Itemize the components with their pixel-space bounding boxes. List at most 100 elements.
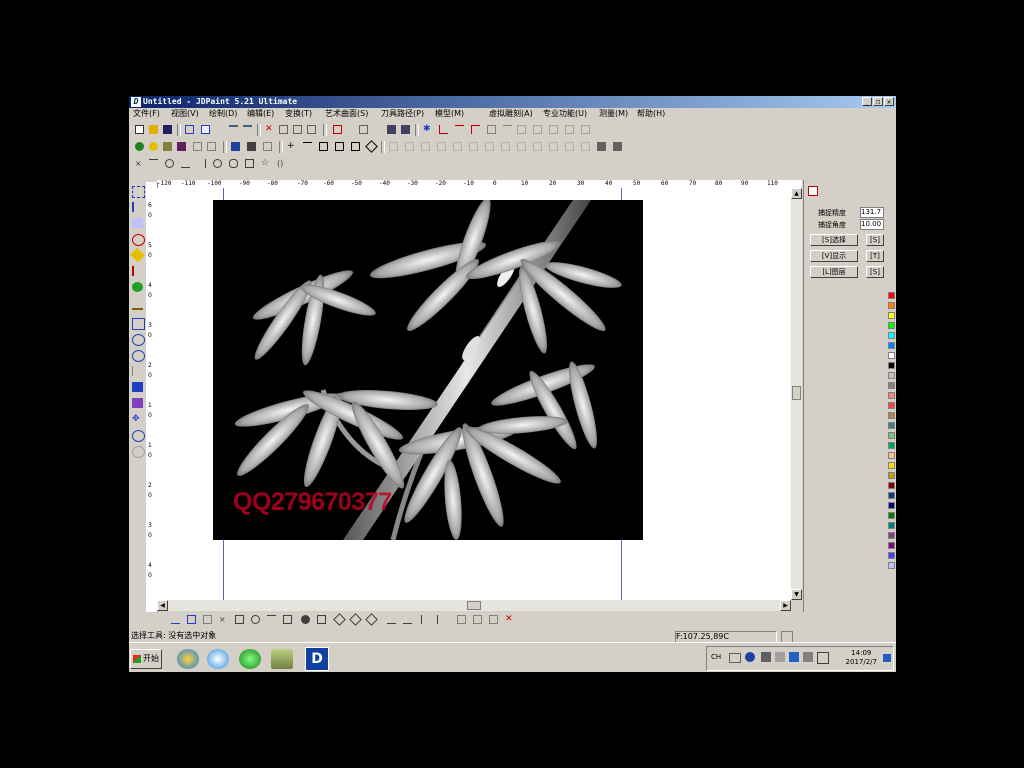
snap-x-icon[interactable]: ×: [219, 615, 228, 624]
corner-icon[interactable]: [471, 125, 480, 134]
snap-q-icon[interactable]: [473, 615, 482, 624]
surface-k-icon[interactable]: [549, 142, 558, 151]
snap-f-icon[interactable]: [267, 615, 276, 624]
eye-icon[interactable]: [132, 398, 143, 408]
shade-icon[interactable]: [247, 142, 256, 151]
snap-angle-input[interactable]: 10.00: [860, 219, 884, 230]
surface-c-icon[interactable]: [421, 142, 430, 151]
color-swatch[interactable]: [888, 372, 895, 379]
ie-browser-icon[interactable]: [177, 649, 199, 669]
select-arrow-icon[interactable]: [201, 125, 210, 134]
circle-select-icon[interactable]: [132, 234, 145, 246]
box-icon[interactable]: [319, 142, 328, 151]
rectangle-icon[interactable]: [245, 159, 254, 168]
curve-icon[interactable]: [487, 125, 496, 134]
snap-i-icon[interactable]: [333, 613, 346, 626]
scroll-right-arrow-icon[interactable]: ▶: [780, 600, 791, 611]
mirror-icon[interactable]: [581, 125, 590, 134]
vertical-scroll-thumb[interactable]: [792, 386, 801, 400]
select-box-icon[interactable]: [132, 186, 145, 198]
box-3-icon[interactable]: [351, 142, 360, 151]
snap-g-icon[interactable]: [283, 615, 292, 624]
offset-icon[interactable]: [549, 125, 558, 134]
surface-f-icon[interactable]: [469, 142, 478, 151]
snap-point-icon[interactable]: [301, 615, 310, 624]
tray-a-icon[interactable]: [775, 652, 785, 662]
horizontal-scroll-thumb[interactable]: [467, 601, 481, 610]
grid-icon[interactable]: [333, 125, 342, 134]
snap-d-icon[interactable]: [235, 615, 244, 624]
color-swatch[interactable]: [888, 472, 895, 479]
redo-icon[interactable]: [243, 125, 252, 134]
pick-icon[interactable]: [132, 202, 145, 212]
paste-icon[interactable]: [307, 125, 316, 134]
color-swatch[interactable]: [888, 362, 895, 369]
color-swatch[interactable]: [888, 452, 895, 459]
snap-j-icon[interactable]: [349, 613, 362, 626]
scroll-down-arrow-icon[interactable]: ▼: [791, 589, 802, 600]
display-key-button[interactable]: [T]: [866, 250, 884, 262]
keyboard-icon[interactable]: [729, 653, 741, 663]
layer-button[interactable]: [L]图层: [810, 266, 858, 278]
vertical-scrollbar[interactable]: ▲ ▼: [791, 188, 802, 600]
snap-k-icon[interactable]: [365, 613, 378, 626]
color-swatch[interactable]: [888, 492, 895, 499]
abc-text-icon[interactable]: [132, 218, 143, 228]
snap-a-icon[interactable]: [171, 615, 180, 624]
move-cross-icon[interactable]: +: [287, 142, 296, 151]
surface-i-icon[interactable]: [517, 142, 526, 151]
surface-e-icon[interactable]: [453, 142, 462, 151]
snap-n-icon[interactable]: [421, 615, 430, 624]
view-3d-icon[interactable]: [231, 142, 240, 151]
menu-draw[interactable]: 绘制(D): [209, 108, 237, 120]
spline-icon[interactable]: [181, 159, 190, 168]
help-icon[interactable]: [745, 652, 755, 662]
save-icon[interactable]: [163, 125, 172, 134]
open-file-icon[interactable]: [149, 125, 158, 134]
shield-icon[interactable]: [387, 125, 396, 134]
shield-2-icon[interactable]: [401, 125, 410, 134]
color-swatch[interactable]: [888, 352, 895, 359]
fill-icon[interactable]: [132, 382, 143, 392]
color-swatch[interactable]: [888, 332, 895, 339]
tray-b-icon[interactable]: [789, 652, 799, 662]
diamond-yellow-icon[interactable]: [130, 247, 145, 263]
ruler-icon[interactable]: [132, 366, 144, 376]
surface-d-icon[interactable]: [437, 142, 446, 151]
tool-b-icon[interactable]: [207, 142, 216, 151]
draw-line-icon[interactable]: [149, 159, 158, 168]
ime-indicator[interactable]: CH: [711, 653, 721, 661]
speaker-icon[interactable]: [817, 652, 829, 664]
snap-o-icon[interactable]: [437, 615, 446, 624]
layer-key-button[interactable]: [S]: [866, 266, 884, 278]
color-swatch[interactable]: [888, 512, 895, 519]
menu-edit[interactable]: 编辑(E): [247, 108, 274, 120]
bamboo-relief-image[interactable]: QQ279670377: [213, 200, 643, 540]
minimize-button[interactable]: _: [862, 97, 872, 106]
bracket-icon[interactable]: (): [277, 159, 286, 168]
jdpaint-taskbar-icon[interactable]: D: [305, 647, 329, 671]
node-icon[interactable]: [132, 318, 145, 330]
snap-m-icon[interactable]: [403, 615, 412, 624]
point-icon[interactable]: ×: [135, 159, 144, 168]
surface-g-icon[interactable]: [485, 142, 494, 151]
surface-l-icon[interactable]: [565, 142, 574, 151]
angle-icon[interactable]: [439, 125, 448, 134]
snap-off-icon[interactable]: ✕: [505, 615, 514, 624]
new-file-icon[interactable]: [135, 125, 144, 134]
color-swatch[interactable]: [888, 522, 895, 529]
color-swatch[interactable]: [888, 442, 895, 449]
color-swatch[interactable]: [888, 322, 895, 329]
start-button[interactable]: 开始: [130, 649, 162, 669]
diamond-icon[interactable]: [365, 140, 378, 153]
select-key-button[interactable]: [S]: [866, 234, 884, 246]
surface-h-icon[interactable]: [501, 142, 510, 151]
menu-help[interactable]: 帮助(H): [637, 108, 665, 120]
menu-toolpath[interactable]: 刀具路径(P): [381, 108, 424, 120]
yellow-bulb-icon[interactable]: [149, 142, 158, 151]
surface-m-icon[interactable]: [581, 142, 590, 151]
magnifier-icon[interactable]: [132, 430, 145, 442]
qq-browser-icon[interactable]: [207, 649, 229, 669]
color-swatch[interactable]: [888, 482, 895, 489]
material-icon[interactable]: [177, 142, 186, 151]
